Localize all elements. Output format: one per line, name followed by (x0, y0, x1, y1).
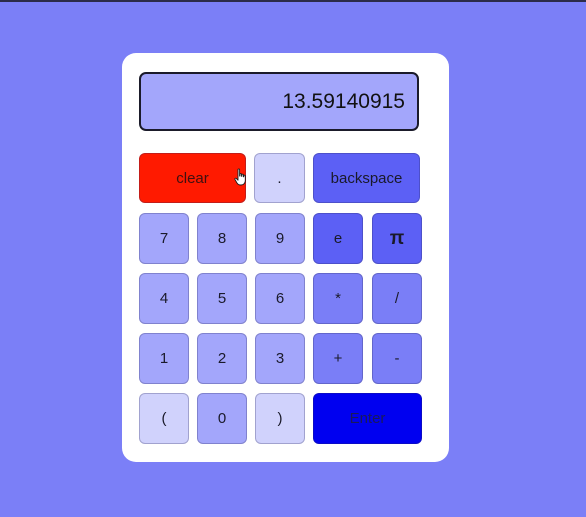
pi-button[interactable]: π (372, 213, 422, 264)
digit-0-button[interactable]: 0 (197, 393, 247, 444)
digit-6-label: 6 (275, 290, 285, 307)
minus-label: - (394, 350, 400, 367)
euler-e-label: e (333, 230, 343, 247)
digit-1-label: 1 (159, 350, 169, 367)
backspace-label: backspace (330, 169, 403, 187)
backspace-button[interactable]: backspace (313, 153, 420, 203)
clear-label: clear (176, 169, 209, 187)
divide-label: / (394, 290, 400, 307)
digit-7-button[interactable]: 7 (139, 213, 189, 264)
euler-e-button[interactable]: e (313, 213, 363, 264)
digit-1-button[interactable]: 1 (139, 333, 189, 384)
digit-2-button[interactable]: 2 (197, 333, 247, 384)
enter-label: Enter (349, 410, 386, 427)
digit-3-button[interactable]: 3 (255, 333, 305, 384)
pi-label: π (389, 227, 405, 249)
close-paren-label: ) (277, 410, 283, 427)
window-top-border (0, 0, 586, 2)
plus-button[interactable]: + (313, 333, 363, 384)
decimal-label: . (277, 169, 282, 187)
digit-3-label: 3 (275, 350, 285, 367)
multiply-label: * (335, 290, 341, 307)
digit-4-label: 4 (159, 290, 169, 307)
calculator-display: 13.59140915 (139, 72, 419, 131)
minus-button[interactable]: - (372, 333, 422, 384)
clear-button[interactable]: clear (139, 153, 246, 203)
decimal-button[interactable]: . (254, 153, 305, 203)
digit-9-button[interactable]: 9 (255, 213, 305, 264)
display-value: 13.59140915 (282, 89, 405, 113)
open-paren-button[interactable]: ( (139, 393, 189, 444)
digit-9-label: 9 (275, 230, 285, 247)
digit-5-button[interactable]: 5 (197, 273, 247, 324)
multiply-button[interactable]: * (313, 273, 363, 324)
digit-8-button[interactable]: 8 (197, 213, 247, 264)
digit-5-label: 5 (217, 290, 227, 307)
divide-button[interactable]: / (372, 273, 422, 324)
digit-0-label: 0 (217, 410, 227, 427)
enter-button[interactable]: Enter (313, 393, 422, 444)
digit-7-label: 7 (159, 230, 169, 247)
digit-8-label: 8 (217, 230, 227, 247)
plus-label: + (333, 350, 343, 367)
open-paren-label: ( (161, 410, 167, 427)
close-paren-button[interactable]: ) (255, 393, 305, 444)
digit-6-button[interactable]: 6 (255, 273, 305, 324)
hand-pointer-cursor-icon (234, 168, 246, 186)
digit-4-button[interactable]: 4 (139, 273, 189, 324)
digit-2-label: 2 (217, 350, 227, 367)
